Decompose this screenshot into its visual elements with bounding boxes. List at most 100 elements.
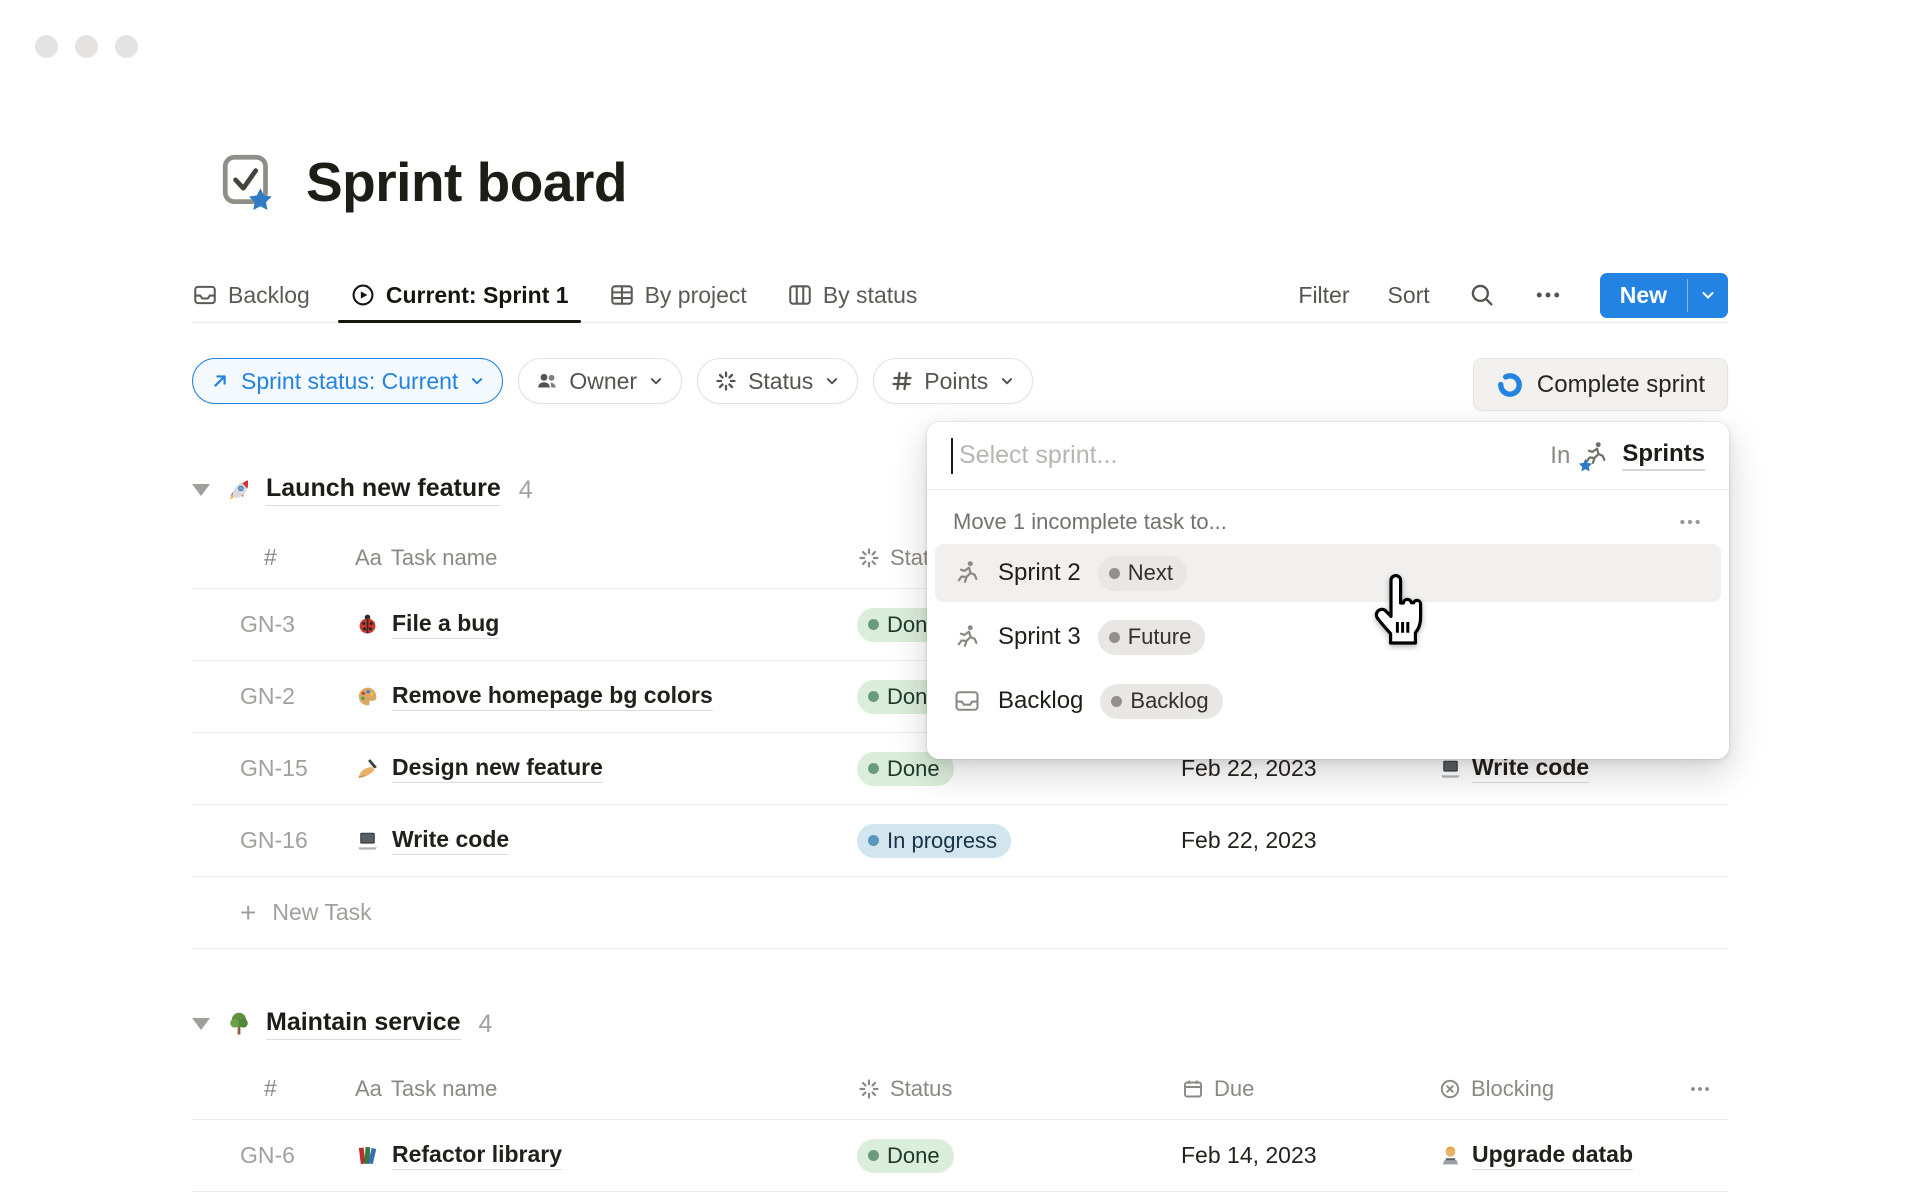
status-dot-icon <box>868 1150 879 1161</box>
complete-sprint-button[interactable]: Complete sprint <box>1473 358 1728 411</box>
due-cell[interactable]: Feb 14, 2023 <box>1181 1142 1438 1169</box>
menu-item-sprint-3[interactable]: Sprint 3 Future <box>935 608 1721 666</box>
calendar-icon <box>1181 1077 1205 1101</box>
technologist-icon <box>1438 1143 1463 1168</box>
sprint-search-input[interactable] <box>959 441 1550 470</box>
scope-name[interactable]: Sprints <box>1622 440 1705 471</box>
due-cell[interactable]: Feb 22, 2023 <box>1181 755 1438 782</box>
hand-cursor-icon <box>1368 574 1430 650</box>
checkbox-star-icon <box>218 151 280 213</box>
column-header-due[interactable]: Due <box>1181 1076 1438 1102</box>
menu-item-sprint-2[interactable]: Sprint 2 Next <box>935 544 1721 602</box>
arrow-up-right-icon <box>209 370 231 392</box>
task-id: GN-16 <box>192 827 310 854</box>
scope-prefix: In <box>1550 442 1570 470</box>
table-grid-icon <box>609 282 635 308</box>
books-icon <box>355 1143 380 1168</box>
filter-label: Points <box>924 368 988 395</box>
group-count: 4 <box>479 1010 493 1039</box>
hash-icon <box>890 369 914 393</box>
status-dot-icon <box>868 691 879 702</box>
tab-current-sprint[interactable]: Current: Sprint 1 <box>350 268 569 322</box>
status-dot-icon <box>1109 568 1120 579</box>
window-close-button[interactable] <box>35 35 58 58</box>
complete-sprint-label: Complete sprint <box>1537 371 1705 399</box>
table-row[interactable]: GN-16 Write code In progress Feb 22, 202… <box>192 805 1728 877</box>
tab-label: By status <box>823 282 918 309</box>
group-name[interactable]: Launch new feature <box>266 474 501 506</box>
task-id: GN-2 <box>192 683 310 710</box>
status-cell[interactable]: In progress <box>857 824 1181 858</box>
more-columns-icon[interactable] <box>1688 1077 1728 1101</box>
new-button[interactable]: New <box>1600 273 1728 318</box>
window-minimize-button[interactable] <box>75 35 98 58</box>
collapse-triangle-icon[interactable] <box>192 484 210 496</box>
page-header: Sprint board <box>218 150 627 214</box>
search-scope[interactable]: In Sprints <box>1550 440 1705 472</box>
filter-owner[interactable]: Owner <box>518 358 682 404</box>
filter-button[interactable]: Filter <box>1298 282 1349 309</box>
column-header-blocking[interactable]: Blocking <box>1438 1076 1688 1102</box>
column-header-id[interactable]: # <box>192 1075 310 1102</box>
blocking-cell[interactable]: Upgrade datab <box>1438 1141 1688 1170</box>
laptop-icon <box>355 828 380 853</box>
search-icon[interactable] <box>1468 281 1496 309</box>
task-name[interactable]: Remove homepage bg colors <box>392 682 713 711</box>
group-count: 4 <box>519 476 533 505</box>
dropdown-heading-row: Move 1 incomplete task to... <box>927 490 1729 541</box>
window-zoom-button[interactable] <box>115 35 138 58</box>
more-options-icon[interactable] <box>1534 281 1562 309</box>
due-cell[interactable]: Feb 22, 2023 <box>1181 827 1438 854</box>
page-title: Sprint board <box>306 150 627 214</box>
status-dot-icon <box>1111 696 1122 707</box>
spinner-icon <box>714 369 738 393</box>
column-header-task-name[interactable]: Aa Task name <box>310 1076 857 1102</box>
column-header-id[interactable]: # <box>192 544 310 571</box>
filter-label: Sprint status: Current <box>241 368 458 395</box>
column-header-task-name[interactable]: Aa Task name <box>310 545 857 571</box>
text-caret <box>951 438 953 474</box>
task-name[interactable]: Write code <box>392 826 509 855</box>
group-name[interactable]: Maintain service <box>266 1008 461 1040</box>
ladybug-icon <box>355 612 380 637</box>
circle-x-icon <box>1438 1077 1462 1101</box>
new-dropdown-button[interactable] <box>1688 273 1728 318</box>
new-task-button[interactable]: + New Task <box>192 877 1728 949</box>
view-tabs-bar: Backlog Current: Sprint 1 By project <box>192 268 1728 323</box>
new-task-label: New Task <box>272 899 371 926</box>
writing-hand-icon <box>355 756 380 781</box>
inbox-icon <box>192 282 218 308</box>
filter-points[interactable]: Points <box>873 358 1033 404</box>
menu-item-label: Sprint 2 <box>998 559 1081 587</box>
tree-icon <box>225 1010 253 1038</box>
task-name[interactable]: File a bug <box>392 610 499 639</box>
filter-sprint-status[interactable]: Sprint status: Current <box>192 358 503 404</box>
filter-label: Owner <box>569 368 637 395</box>
collapse-triangle-icon[interactable] <box>192 1018 210 1030</box>
blocking-task[interactable]: Upgrade datab <box>1472 1141 1633 1170</box>
group-header-maintain-service[interactable]: Maintain service 4 <box>192 999 1728 1049</box>
tab-by-project[interactable]: By project <box>609 268 747 322</box>
task-name[interactable]: Refactor library <box>392 1141 562 1170</box>
menu-item-backlog[interactable]: Backlog Backlog <box>935 672 1721 730</box>
filter-label: Status <box>748 368 813 395</box>
more-options-icon[interactable] <box>1677 509 1703 535</box>
status-cell[interactable]: Done <box>857 1139 1181 1173</box>
chevron-down-icon <box>1698 285 1718 305</box>
new-button-label[interactable]: New <box>1600 273 1687 318</box>
status-dot-icon <box>868 619 879 630</box>
sprint-search-row: In Sprints <box>927 422 1729 490</box>
tab-backlog[interactable]: Backlog <box>192 268 310 322</box>
table-row[interactable]: GN-6 Refactor library Done Feb 14, 2023 <box>192 1120 1728 1192</box>
tab-label: By project <box>645 282 747 309</box>
sort-button[interactable]: Sort <box>1388 282 1430 309</box>
view-toolbar: Filter Sort New <box>1298 273 1728 318</box>
task-name[interactable]: Design new feature <box>392 754 603 783</box>
filter-status[interactable]: Status <box>697 358 858 404</box>
column-header-status[interactable]: Status <box>857 1076 1181 1102</box>
status-badge: Done <box>857 1139 954 1173</box>
tab-by-status[interactable]: By status <box>787 268 918 322</box>
status-dot-icon <box>868 835 879 846</box>
chevron-down-icon <box>468 372 486 390</box>
text-type-icon: Aa <box>355 1076 382 1102</box>
